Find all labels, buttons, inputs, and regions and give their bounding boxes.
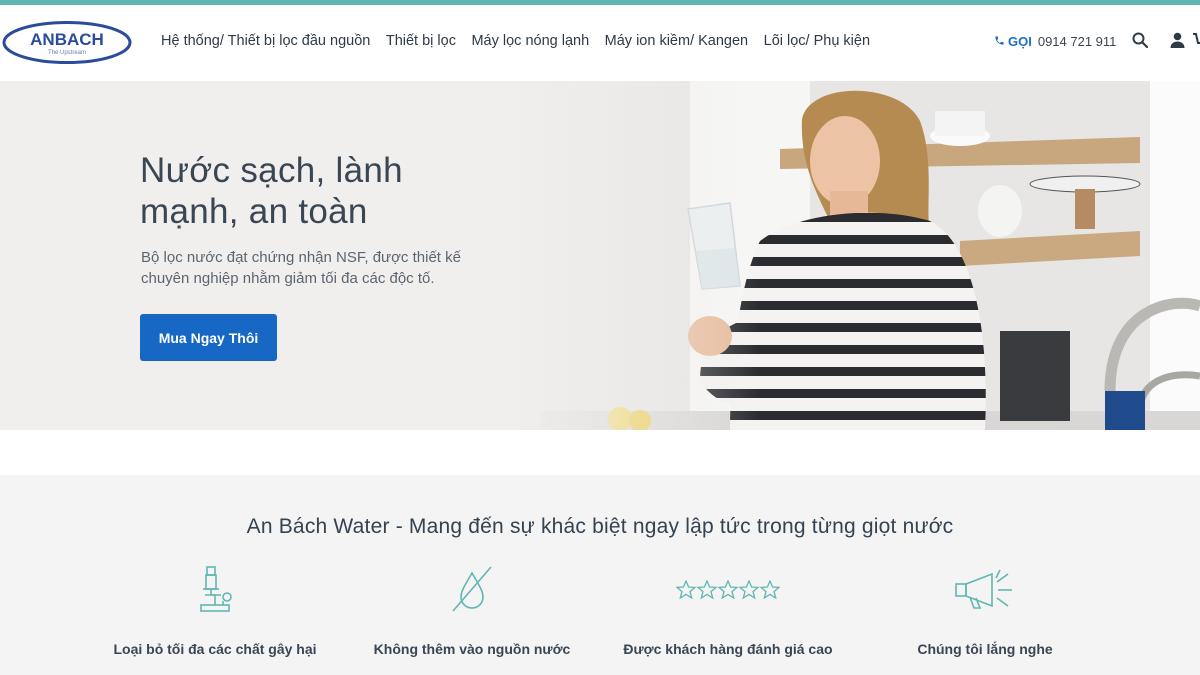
microscope-icon: [100, 565, 330, 615]
user-account-icon[interactable]: [1170, 32, 1185, 53]
logo-wordmark: ANBACH: [30, 30, 104, 49]
feature-label: Không thêm vào nguồn nước: [373, 641, 571, 657]
features-section: An Bách Water - Mang đến sự khác biệt ng…: [0, 475, 1200, 675]
nav-item-cartridges-accessories[interactable]: Lõi lọc/ Phụ kiện: [764, 33, 870, 49]
feature-item: Được khách hàng đánh giá cao: [613, 565, 843, 657]
phone-number: 0914 721 911: [1037, 34, 1117, 49]
phone-icon: [994, 34, 1005, 49]
nav-item-hot-cold-purifiers[interactable]: Máy lọc nóng lạnh: [471, 33, 589, 49]
features-title: An Bách Water - Mang đến sự khác biệt ng…: [246, 515, 954, 538]
feature-item: Chúng tôi lắng nghe: [870, 565, 1100, 657]
nav-item-alkaline-ionizers[interactable]: Máy ion kiềm/ Kangen: [605, 33, 748, 49]
nav-item-filters[interactable]: Thiết bị lọc: [386, 33, 456, 49]
call-label: GỌI: [1008, 34, 1032, 49]
site-logo[interactable]: ANBACH The Upstream: [2, 20, 132, 65]
logo-tagline: The Upstream: [48, 50, 86, 56]
feature-label: Chúng tôi lắng nghe: [917, 641, 1053, 657]
buy-now-button[interactable]: Mua Ngay Thôi: [140, 314, 277, 361]
megaphone-icon: [870, 565, 1100, 615]
no-drop-icon: [357, 565, 587, 615]
five-stars-icon: [613, 565, 843, 615]
feature-item: Không thêm vào nguồn nước: [357, 565, 587, 657]
search-icon[interactable]: [1132, 32, 1149, 53]
call-link[interactable]: GỌI 0914 721 911: [994, 34, 1116, 49]
main-nav: Hệ thống/ Thiết bị lọc đầu nguồn Thiết b…: [161, 33, 886, 49]
feature-label: Được khách hàng đánh giá cao: [623, 641, 833, 657]
hero-subtitle: Bộ lọc nước đạt chứng nhận NSF, được thi…: [141, 249, 461, 287]
nav-item-whole-house-systems[interactable]: Hệ thống/ Thiết bị lọc đầu nguồn: [161, 33, 370, 49]
site-header: ANBACH The Upstream Hệ thống/ Thiết bị l…: [0, 5, 1200, 81]
hero-banner: Nước sạch, lành mạnh, an toàn Bộ lọc nướ…: [0, 81, 1200, 430]
hero-title: Nước sạch, lành mạnh, an toàn: [140, 151, 403, 231]
cart-icon[interactable]: [1193, 32, 1200, 53]
feature-label: Loại bỏ tối đa các chất gây hại: [113, 641, 317, 657]
feature-item: Loại bỏ tối đa các chất gây hại: [100, 565, 330, 657]
